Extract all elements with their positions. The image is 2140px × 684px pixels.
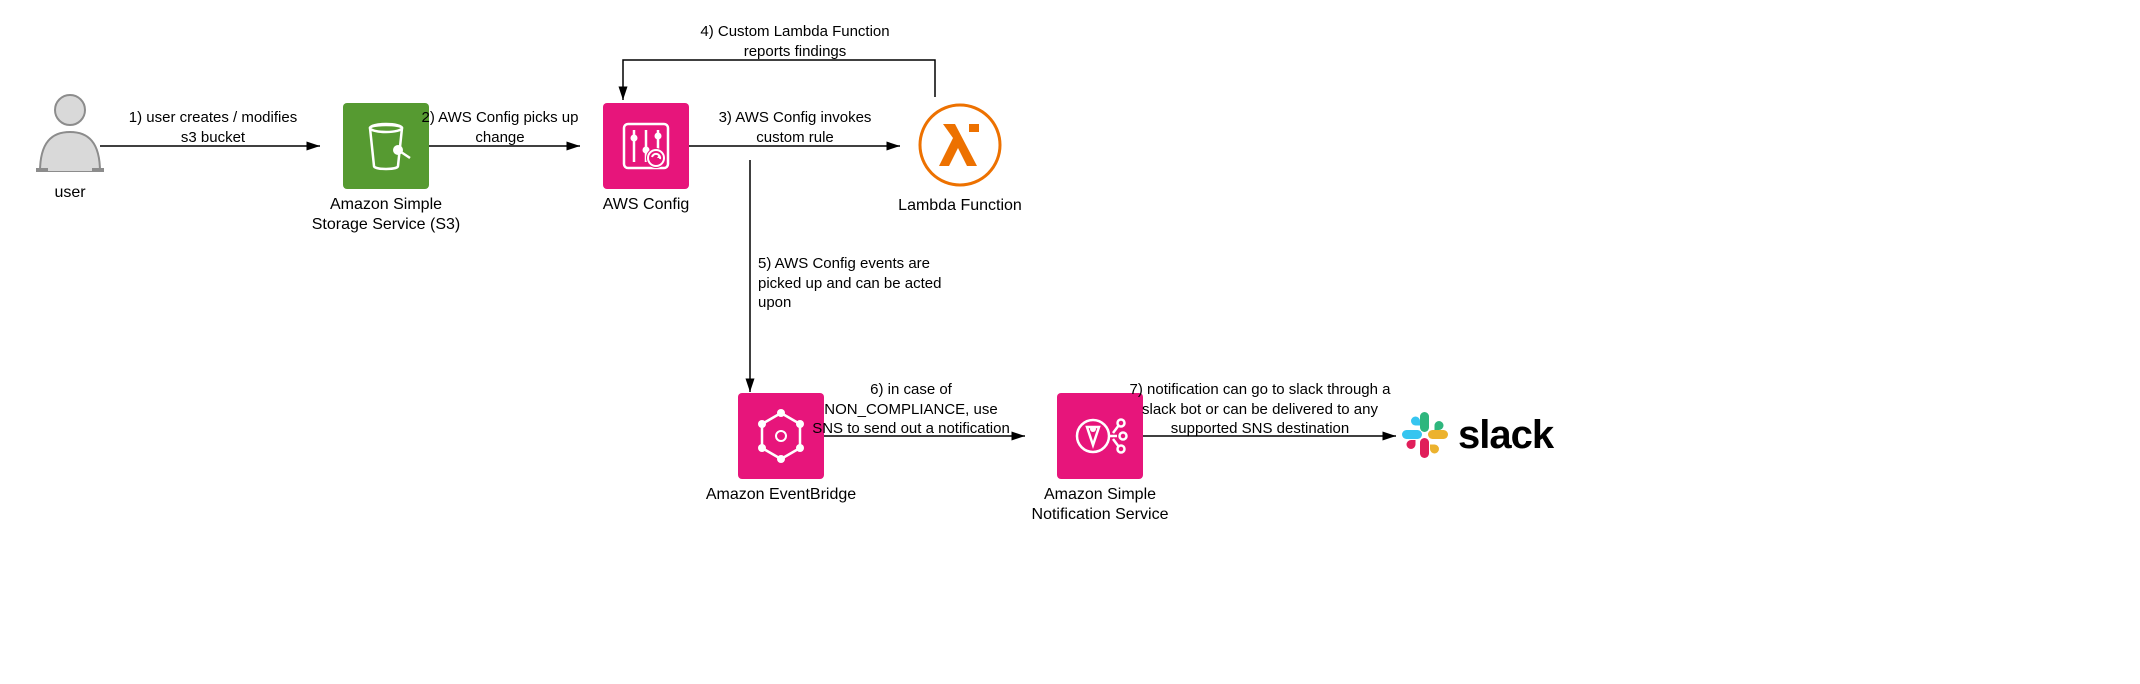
slack-node: slack — [1398, 408, 1598, 462]
edge-3-label: 3) AWS Config invokes custom rule — [700, 108, 890, 147]
slack-label: slack — [1458, 413, 1553, 458]
edge-1-label: 1) user creates / modifies s3 bucket — [108, 108, 318, 147]
edge-7-label: 7) notification can go to slack through … — [1115, 380, 1405, 439]
s3-label: Amazon Simple Storage Service (S3) — [306, 195, 466, 235]
edge-2-label: 2) AWS Config picks up change — [410, 108, 590, 147]
lambda-label: Lambda Function — [880, 196, 1040, 216]
lambda-node: Lambda Function — [880, 100, 1040, 216]
edge-4-label: 4) Custom Lambda Function reports findin… — [680, 22, 910, 61]
slack-icon — [1398, 408, 1452, 462]
sns-label: Amazon Simple Notification Service — [1010, 485, 1190, 525]
config-label: AWS Config — [566, 195, 726, 215]
user-label: user — [30, 183, 110, 203]
config-icon — [603, 103, 689, 189]
user-icon — [34, 92, 106, 172]
edge-6-label: 6) in case of NON_COMPLIANCE, use SNS to… — [800, 380, 1022, 439]
lambda-icon — [915, 100, 1005, 190]
eventbridge-label: Amazon EventBridge — [696, 485, 866, 505]
edge-5-label: 5) AWS Config events are picked up and c… — [758, 254, 968, 313]
user-node: user — [30, 92, 110, 203]
